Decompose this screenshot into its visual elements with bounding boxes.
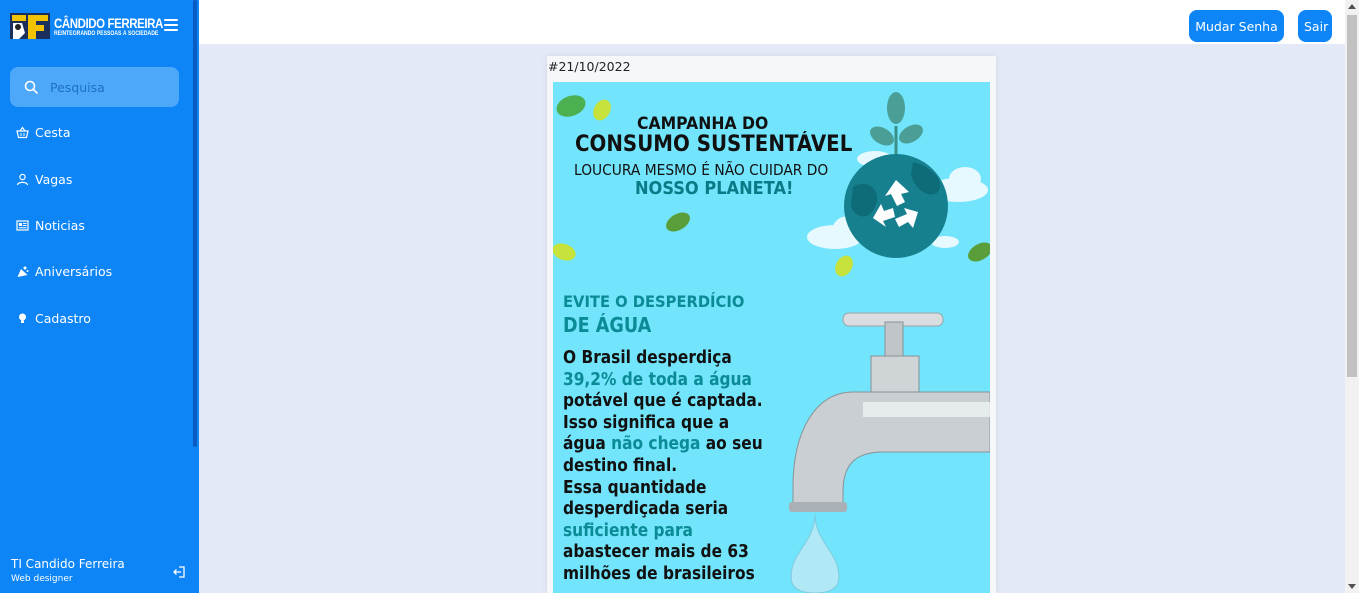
sidebar-item-label: Cesta [35, 125, 71, 140]
sidebar-item-label: Vagas [35, 172, 73, 187]
bulb-icon [19, 313, 26, 323]
poster-body-line: água não chega ao seu [563, 434, 763, 456]
user-icon [16, 173, 29, 186]
search-icon [24, 80, 38, 94]
news-poster-image: CAMPANHA DO CONSUMO SUSTENTÁVEL LOUCURA … [553, 82, 990, 593]
brand-tagline: REINTEGRANDO PESSOAS À SOCIEDADE [54, 30, 159, 37]
sidebar-item-noticias[interactable]: Noticias [16, 218, 85, 233]
scrollbar-thumb[interactable] [1347, 15, 1357, 377]
brand-name: CÂNDIDO FERREIRA [54, 14, 163, 31]
poster-body-text: O Brasil desperdiça 39,2% de toda a água p… [563, 348, 763, 586]
top-bar: Mudar Senha Sair [199, 0, 1345, 44]
poster-body-line: suficiente para [563, 521, 763, 543]
poster-body-line: potável que é captada. [563, 391, 763, 413]
poster-text: O Brasil desperdiça [563, 348, 732, 368]
poster-highlight-text: não chega [611, 434, 701, 455]
news-card: #21/10/2022 CAMPANHA DO CONSUMO SUSTENTÁ… [547, 56, 996, 593]
poster-heading: EVITE O DESPERDÍCIO [563, 292, 745, 311]
poster-heading-main: DE ÁGUA [563, 313, 652, 337]
scroll-down-arrow-icon[interactable] [1348, 584, 1356, 589]
basket-icon [16, 126, 29, 139]
poster-text: milhões de brasileiros [563, 563, 755, 584]
poster-body-line: 39,2% de toda a água [563, 370, 763, 392]
brand-logo[interactable]: CÂNDIDO FERREIRA REINTEGRANDO PESSOAS À … [10, 11, 187, 41]
logout-icon[interactable] [172, 565, 186, 579]
poster-text: água [563, 434, 612, 455]
poster-subtitle: LOUCURA MESMO É NÃO CUIDAR DO [574, 161, 829, 179]
poster-title: CAMPANHA DO [637, 114, 769, 134]
poster-highlight-text: 39,2% de toda a água [563, 369, 752, 390]
cake-icon [17, 266, 29, 277]
poster-body-line: abastecer mais de 63 [563, 542, 763, 564]
poster-text: abastecer mais de 63 [563, 542, 749, 563]
sidebar-scrollbar[interactable] [193, 0, 197, 447]
poster-body-line: Essa quantidade [563, 478, 763, 500]
poster-text: Essa quantidade [563, 477, 707, 498]
poster-title-main: CONSUMO SUSTENTÁVEL [575, 132, 853, 157]
poster-highlight-text: suficiente para [563, 520, 693, 541]
sidebar-item-vagas[interactable]: Vagas [16, 172, 72, 187]
menu-toggle-icon[interactable] [164, 19, 178, 31]
poster-text: desperdiçada seria [563, 499, 729, 520]
sidebar-item-label: Aniversários [35, 264, 113, 279]
user-profile: TI Candido Ferreira Web designer [11, 557, 125, 584]
profile-role: Web designer [11, 574, 73, 584]
news-date: #21/10/2022 [548, 59, 631, 74]
sidebar-item-cesta[interactable]: Cesta [16, 125, 71, 140]
page-scrollbar[interactable] [1345, 0, 1359, 593]
poster-text: destino final. [563, 455, 678, 476]
sidebar-item-aniversarios[interactable]: Aniversários [16, 264, 112, 279]
logo-badge-icon [10, 13, 50, 39]
scroll-up-arrow-icon[interactable] [1348, 4, 1356, 9]
profile-name: TI Candido Ferreira [11, 557, 125, 571]
poster-subtitle-highlight: NOSSO PLANETA! [635, 178, 794, 199]
logout-button[interactable]: Sair [1298, 10, 1332, 42]
sidebar-item-cadastro[interactable]: Cadastro [16, 311, 91, 326]
search-box[interactable] [10, 67, 179, 107]
poster-text: Isso significa que a [563, 412, 730, 433]
poster-body-line: O Brasil desperdiça [563, 348, 763, 370]
poster-body-line: Isso significa que a [563, 413, 763, 435]
newspaper-icon [16, 220, 29, 231]
sidebar: CÂNDIDO FERREIRA REINTEGRANDO PESSOAS À … [0, 0, 199, 593]
change-password-button[interactable]: Mudar Senha [1189, 10, 1284, 42]
poster-body-line: desperdiçada seria [563, 499, 763, 521]
poster-body-line: milhões de brasileiros [563, 564, 763, 586]
poster-body-line: destino final. [563, 456, 763, 478]
sidebar-item-label: Cadastro [35, 311, 91, 326]
poster-text: ao seu [700, 434, 763, 455]
poster-text: potável que é captada. [563, 391, 763, 412]
sidebar-item-label: Noticias [35, 218, 85, 233]
search-input[interactable] [50, 79, 160, 95]
